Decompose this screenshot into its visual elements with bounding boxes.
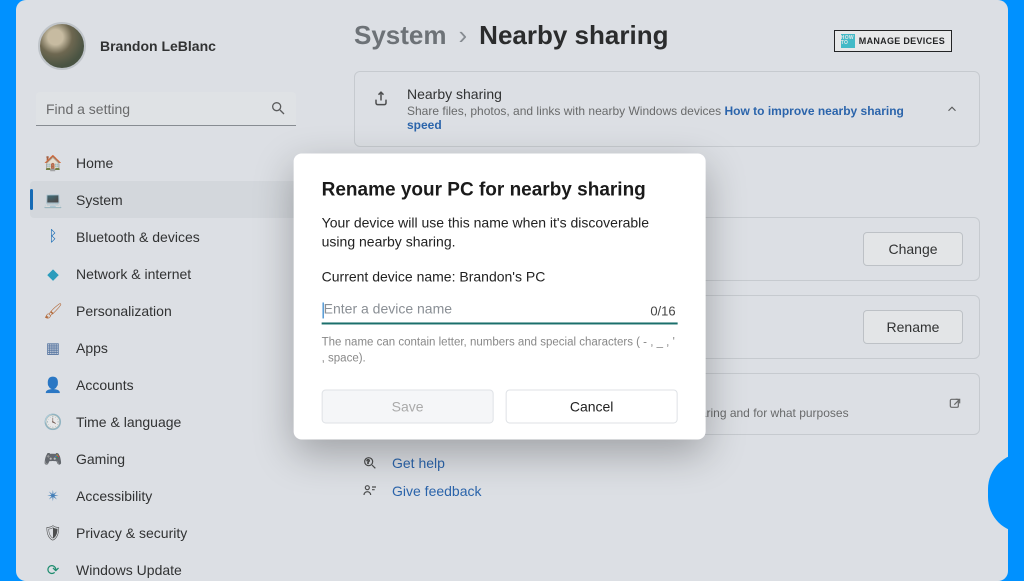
home-icon: 🏠 bbox=[44, 154, 62, 172]
char-counter: 0/16 bbox=[650, 303, 675, 318]
text-caret bbox=[323, 302, 324, 318]
share-icon bbox=[371, 88, 393, 132]
sidebar-item-system[interactable]: 💻System bbox=[30, 181, 302, 218]
panel-sub: Share files, photos, and links with near… bbox=[407, 104, 923, 132]
accounts-icon: 👤 bbox=[44, 376, 62, 394]
sidebar-item-update[interactable]: ⟳Windows Update bbox=[30, 551, 302, 581]
get-help-link[interactable]: ?Get help bbox=[362, 455, 980, 471]
accessibility-icon: ✴ bbox=[44, 487, 62, 505]
watermark-logo: HOW TO MANAGE DEVICES bbox=[834, 30, 952, 52]
sidebar-item-network[interactable]: ◆Network & internet bbox=[30, 255, 302, 292]
user-block[interactable]: Brandon LeBlanc bbox=[30, 18, 302, 88]
logo-text: MANAGE DEVICES bbox=[859, 36, 945, 46]
logo-square: HOW TO bbox=[841, 34, 855, 48]
sidebar-item-personalization[interactable]: 🖌Personalization bbox=[30, 292, 302, 329]
sidebar-item-gaming[interactable]: 🎮Gaming bbox=[30, 440, 302, 477]
modal-title: Rename your PC for nearby sharing bbox=[322, 179, 678, 201]
sidebar-item-accessibility[interactable]: ✴Accessibility bbox=[30, 477, 302, 514]
panel-title: Nearby sharing bbox=[407, 86, 923, 102]
search-icon bbox=[270, 100, 286, 116]
svg-text:?: ? bbox=[367, 460, 370, 466]
help-icon: ? bbox=[362, 455, 380, 471]
search-input[interactable] bbox=[36, 92, 296, 126]
device-name-input[interactable] bbox=[322, 294, 678, 324]
sidebar-item-apps[interactable]: ▦Apps bbox=[30, 329, 302, 366]
nearby-sharing-panel[interactable]: Nearby sharing Share files, photos, and … bbox=[354, 71, 980, 147]
rename-button[interactable]: Rename bbox=[863, 310, 963, 344]
modal-hint: The name can contain letter, numbers and… bbox=[322, 334, 678, 367]
save-button[interactable]: Save bbox=[322, 389, 494, 423]
external-link-icon bbox=[947, 396, 963, 412]
page-title: Nearby sharing bbox=[479, 20, 668, 51]
modal-body: Your device will use this name when it's… bbox=[322, 213, 678, 252]
avatar bbox=[38, 22, 86, 70]
cancel-button[interactable]: Cancel bbox=[506, 389, 678, 423]
sidebar-item-bluetooth[interactable]: ᛒBluetooth & devices bbox=[30, 218, 302, 255]
system-icon: 💻 bbox=[44, 191, 62, 209]
breadcrumb-root[interactable]: System bbox=[354, 20, 447, 51]
chevron-up-icon bbox=[945, 102, 959, 116]
sidebar-item-home[interactable]: 🏠Home bbox=[30, 144, 302, 181]
help-links: ?Get help Give feedback bbox=[354, 455, 980, 499]
sidebar-item-time[interactable]: 🕓Time & language bbox=[30, 403, 302, 440]
network-icon: ◆ bbox=[44, 265, 62, 283]
feedback-link[interactable]: Give feedback bbox=[362, 483, 980, 499]
user-name: Brandon LeBlanc bbox=[100, 38, 216, 54]
feedback-icon bbox=[362, 483, 380, 499]
sidebar: Brandon LeBlanc 🏠Home 💻System ᛒBluetooth… bbox=[16, 0, 316, 581]
search-wrap bbox=[36, 92, 296, 126]
sidebar-item-accounts[interactable]: 👤Accounts bbox=[30, 366, 302, 403]
update-icon: ⟳ bbox=[44, 561, 62, 579]
brush-icon: 🖌 bbox=[44, 302, 62, 320]
bluetooth-icon: ᛒ bbox=[44, 228, 62, 246]
apps-icon: ▦ bbox=[44, 339, 62, 357]
clock-icon: 🕓 bbox=[44, 413, 62, 431]
shield-icon: 🛡 bbox=[44, 524, 62, 542]
gaming-icon: 🎮 bbox=[44, 450, 62, 468]
nav-list: 🏠Home 💻System ᛒBluetooth & devices ◆Netw… bbox=[30, 144, 302, 581]
change-button[interactable]: Change bbox=[863, 232, 963, 266]
sidebar-item-privacy[interactable]: 🛡Privacy & security bbox=[30, 514, 302, 551]
current-device-name: Current device name: Brandon's PC bbox=[322, 268, 678, 284]
breadcrumb-sep: › bbox=[459, 20, 468, 51]
rename-modal: Rename your PC for nearby sharing Your d… bbox=[294, 153, 706, 440]
